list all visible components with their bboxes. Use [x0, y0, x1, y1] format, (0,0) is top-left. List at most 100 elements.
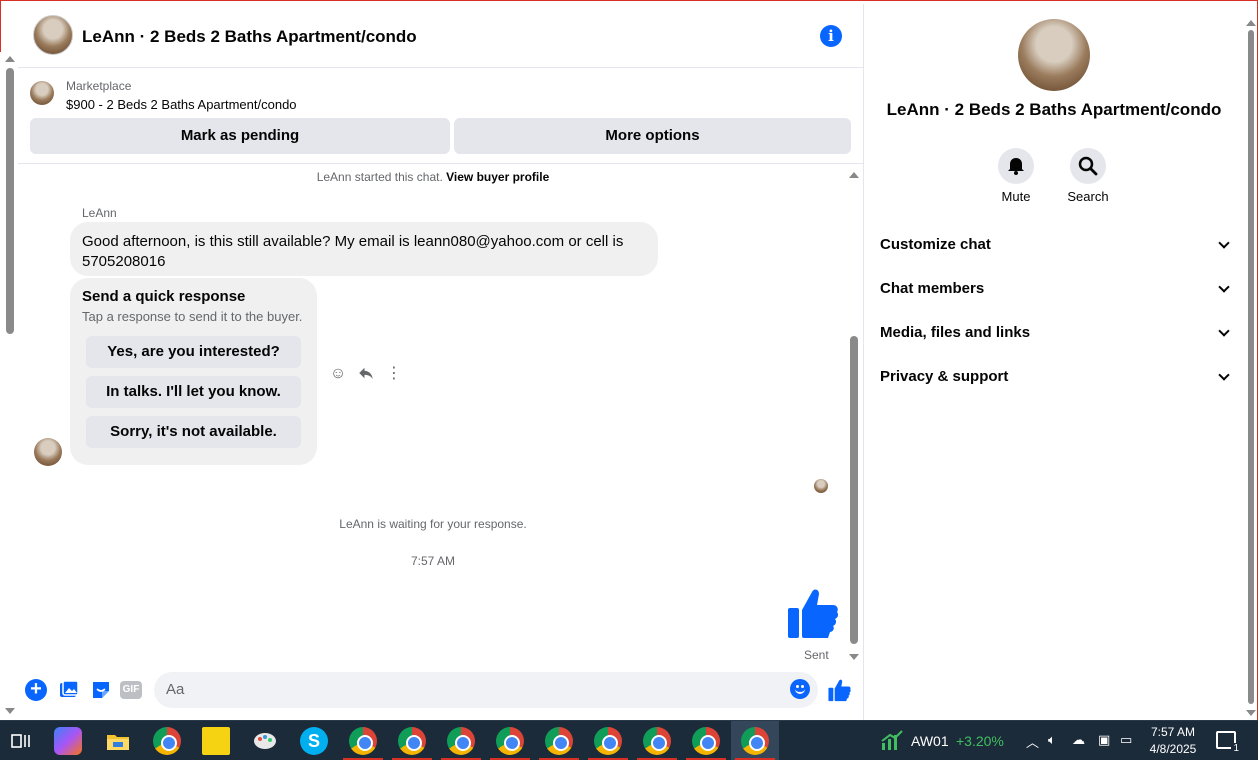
search-button[interactable] — [1070, 148, 1106, 184]
chevron-down-icon — [1218, 369, 1230, 381]
volume-icon[interactable]: 🔈︎ — [1048, 732, 1056, 748]
scroll-thumb[interactable] — [1248, 30, 1254, 704]
chrome-profile-icon[interactable] — [496, 727, 524, 755]
chevron-down-icon — [1218, 281, 1230, 293]
sticker-icon[interactable] — [90, 679, 112, 701]
section-label: Customize chat — [880, 236, 991, 253]
chrome-profile-icon[interactable] — [741, 727, 769, 755]
bell-icon — [1008, 158, 1024, 175]
section-privacy-support[interactable]: Privacy & support — [880, 355, 1230, 399]
gif-icon[interactable]: GIF — [120, 681, 142, 699]
seen-avatar — [814, 479, 828, 493]
copilot-icon[interactable] — [54, 727, 82, 755]
scroll-up-arrow[interactable] — [5, 56, 15, 62]
conversation-info-pane: LeAnn · 2 Beds 2 Baths Apartment/condo M… — [864, 4, 1244, 720]
chrome-profile-icon[interactable] — [692, 727, 720, 755]
chat-header: LeAnn · 2 Beds 2 Baths Apartment/condo i — [18, 4, 864, 68]
scroll-down-arrow[interactable] — [5, 708, 15, 714]
stock-chart-icon[interactable] — [880, 729, 904, 751]
photo-icon[interactable] — [58, 679, 80, 701]
search-label: Search — [1067, 189, 1109, 204]
chrome-profile-icon[interactable] — [643, 727, 671, 755]
scroll-thumb[interactable] — [850, 336, 858, 644]
quick-response-yes[interactable]: Yes, are you interested? — [86, 336, 301, 368]
stock-change[interactable]: +3.20% — [956, 733, 1004, 749]
info-title: LeAnn · 2 Beds 2 Baths Apartment/condo — [886, 100, 1222, 119]
chevron-down-icon — [1218, 237, 1230, 249]
notification-icon[interactable]: 1 — [1216, 731, 1241, 754]
meet-icon[interactable]: ▣ — [1098, 732, 1110, 748]
mark-as-pending-button[interactable]: Mark as pending — [30, 118, 450, 154]
section-customize-chat[interactable]: Customize chat — [880, 223, 1230, 267]
chrome-profile-icon[interactable] — [447, 727, 475, 755]
listing-avatar[interactable] — [33, 15, 73, 55]
marketplace-label: Marketplace — [66, 79, 132, 93]
stock-ticker[interactable]: AW01 — [911, 733, 949, 749]
search-icon — [1078, 156, 1098, 176]
listing-avatar-large[interactable] — [1018, 19, 1090, 91]
cloud-icon[interactable]: ☁︎ — [1072, 732, 1085, 748]
quick-response-card: Send a quick response Tap a response to … — [70, 278, 317, 465]
scroll-down-arrow[interactable] — [1246, 710, 1256, 716]
reply-icon[interactable] — [356, 364, 376, 384]
system-clock[interactable]: 7:57 AM 4/8/2025 — [1146, 724, 1200, 758]
listing-price-title[interactable]: $900 - 2 Beds 2 Baths Apartment/condo — [66, 97, 297, 112]
paint-icon[interactable] — [251, 727, 279, 755]
chat-started-text: LeAnn started this chat. — [316, 170, 443, 184]
info-icon[interactable]: i — [820, 25, 842, 47]
chat-pane: LeAnn · 2 Beds 2 Baths Apartment/condo i… — [18, 4, 864, 720]
emoji-icon[interactable] — [790, 679, 810, 699]
task-view-icon[interactable] — [6, 727, 34, 755]
chrome-profile-icon[interactable] — [594, 727, 622, 755]
react-icon[interactable]: ☺ — [328, 364, 348, 384]
more-icon[interactable]: ⋮ — [384, 364, 404, 384]
sender-avatar[interactable] — [34, 438, 62, 466]
section-label: Privacy & support — [880, 368, 1009, 385]
chevron-up-icon[interactable]: ︿ — [1026, 732, 1039, 751]
network-icon[interactable]: ▭ — [1120, 732, 1132, 748]
thumbs-up-icon[interactable] — [828, 678, 852, 702]
quick-response-not-available[interactable]: Sorry, it's not available. — [86, 416, 301, 448]
page-scrollbar-right[interactable] — [1246, 8, 1256, 718]
message-timestamp: 7:57 AM — [410, 554, 456, 568]
message-list: LeAnn started this chat. View buyer prof… — [18, 166, 864, 666]
scroll-down-arrow[interactable] — [849, 654, 859, 660]
quick-response-subtitle: Tap a response to send it to the buyer. — [82, 309, 303, 324]
listing-banner: Marketplace $900 - 2 Beds 2 Baths Apartm… — [18, 68, 864, 164]
mute-label: Mute — [1001, 189, 1031, 204]
clock-time: 7:57 AM — [1150, 725, 1196, 739]
message-actions: ☺ ⋮ — [328, 364, 404, 384]
quick-response-title: Send a quick response — [82, 288, 246, 305]
clock-date: 4/8/2025 — [1149, 742, 1197, 756]
view-buyer-profile-link[interactable]: View buyer profile — [446, 170, 549, 184]
taskbar: S AW01 +3.20% ︿ 🔈︎ ☁︎ ▣ ▭ 7:57 AM 4/8/20… — [0, 720, 1258, 760]
chrome-profile-icon[interactable] — [545, 727, 573, 755]
scroll-thumb[interactable] — [6, 68, 14, 334]
sticky-notes-icon[interactable] — [202, 727, 230, 755]
chat-started-notice: LeAnn started this chat. View buyer prof… — [18, 170, 848, 184]
section-label: Media, files and links — [880, 324, 1031, 341]
quick-response-in-talks[interactable]: In talks. I'll let you know. — [86, 376, 301, 408]
file-explorer-icon[interactable] — [104, 727, 132, 755]
section-label: Chat members — [880, 280, 985, 297]
mute-button[interactable] — [998, 148, 1034, 184]
chrome-profile-icon[interactable] — [349, 727, 377, 755]
listing-thumbnail[interactable] — [30, 81, 54, 105]
page-scrollbar-left[interactable] — [0, 52, 18, 720]
plus-icon[interactable]: + — [25, 679, 47, 701]
chrome-profile-icon[interactable] — [398, 727, 426, 755]
waiting-notice: LeAnn is waiting for your response. — [339, 517, 527, 531]
skype-icon[interactable]: S — [300, 727, 328, 755]
scroll-up-arrow[interactable] — [1246, 20, 1256, 26]
section-chat-members[interactable]: Chat members — [880, 267, 1230, 311]
notification-count: 1 — [1231, 743, 1241, 754]
message-input[interactable]: Aa — [154, 672, 818, 708]
section-media-files-links[interactable]: Media, files and links — [880, 311, 1230, 355]
sent-status: Sent — [804, 648, 829, 662]
chat-title[interactable]: LeAnn · 2 Beds 2 Baths Apartment/condo — [82, 27, 417, 47]
more-options-button[interactable]: More options — [454, 118, 851, 154]
message-bubble: Good afternoon, is this still available?… — [70, 222, 658, 276]
chrome-icon[interactable] — [153, 727, 181, 755]
scroll-up-arrow[interactable] — [849, 172, 859, 178]
chat-scrollbar[interactable] — [848, 168, 860, 660]
